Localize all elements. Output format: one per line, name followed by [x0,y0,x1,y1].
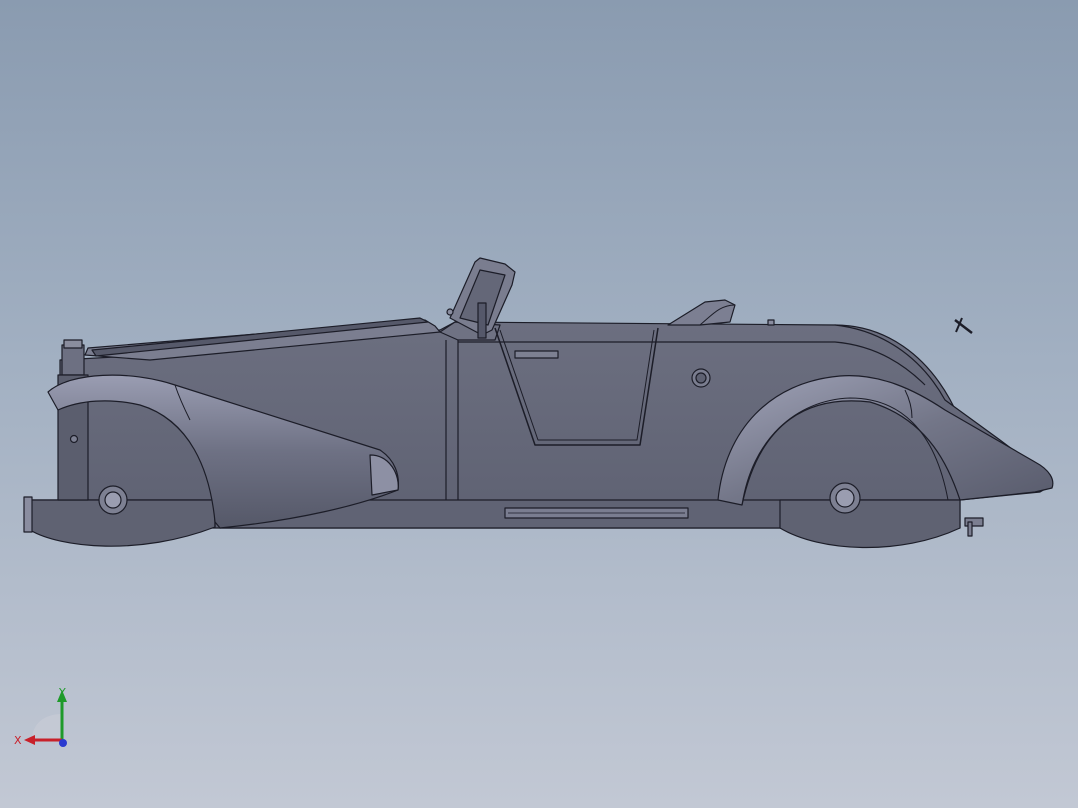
mirror-mount [446,308,454,316]
rear-valance [779,499,961,549]
triad-x-label: X [14,734,22,747]
deck-clip [767,319,775,326]
fuel-cap-inner [695,372,707,384]
triad-y-label: Y [58,686,66,699]
windshield-post [477,302,487,339]
rear-hubcap-inner [835,488,855,508]
seat-back [667,299,736,326]
floating-part [954,317,973,334]
graphics-viewport[interactable]: Y X [0,0,1078,808]
tail-hook [967,521,973,537]
radiator-cap [61,344,85,376]
marker-light [69,434,79,444]
coordinate-triad-icon: Y X [14,686,67,747]
car-model[interactable] [0,0,1078,808]
radiator-cap-top [63,339,83,349]
front-bumper [23,496,33,533]
front-hubcap-inner [104,491,122,509]
door-handle [514,350,559,359]
